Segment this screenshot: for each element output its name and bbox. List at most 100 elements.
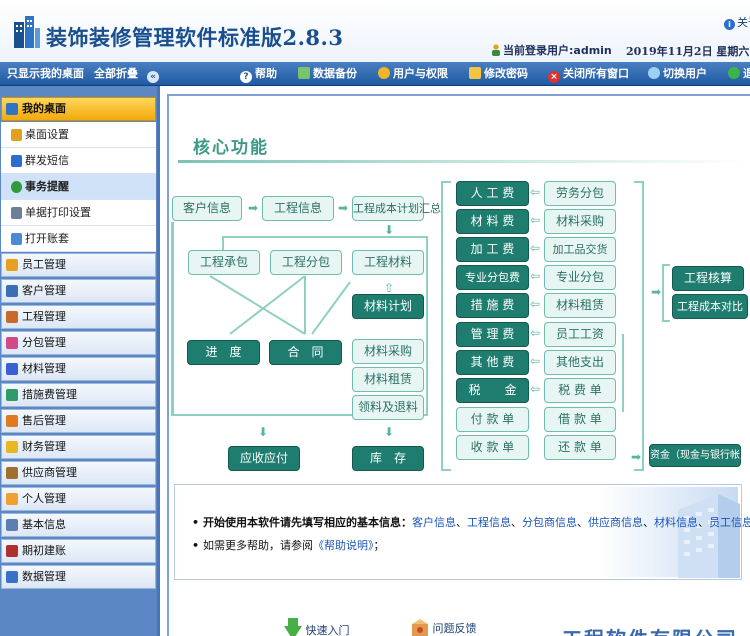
management-fee-button[interactable]: 管 理 费 xyxy=(456,322,529,347)
help-button[interactable]: ? 帮助 xyxy=(240,66,277,83)
inventory-button[interactable]: 库 存 xyxy=(352,446,424,471)
labor-fee-button[interactable]: 人 工 费 xyxy=(456,181,529,206)
progress-button[interactable]: 进 度 xyxy=(187,340,260,365)
pro-subcontract-button[interactable]: 专业分包 xyxy=(544,265,616,290)
sidebar-group-measures[interactable]: 措施费管理 xyxy=(1,383,156,407)
sidebar-group-finance[interactable]: 财务管理 xyxy=(1,435,156,459)
desktop-icon xyxy=(6,103,18,115)
material-rent-button[interactable]: 材料租赁 xyxy=(352,367,424,392)
close-all-windows-button[interactable]: × 关闭所有窗口 xyxy=(548,66,629,83)
measures-icon xyxy=(6,389,18,401)
arrow-left-icon: ⇦ xyxy=(530,326,541,340)
sidebar-group-label: 分包管理 xyxy=(22,336,66,349)
sidebar-item-reminders[interactable]: 事务提醒 xyxy=(1,174,156,200)
collapse-sidebar-toggle[interactable]: « xyxy=(147,66,162,83)
buildings-logo-icon xyxy=(14,16,40,48)
exit-button[interactable]: 退 xyxy=(728,66,750,82)
processing-fee-button[interactable]: 加 工 费 xyxy=(456,237,529,262)
link-employee-info[interactable]: 员工信息 xyxy=(709,516,750,529)
sidebar-group-supplier[interactable]: 供应商管理 xyxy=(1,461,156,485)
other-expense-button[interactable]: 其他支出 xyxy=(544,350,616,375)
show-desktop-button[interactable]: 只显示我的桌面 xyxy=(7,66,84,82)
switch-user-button[interactable]: 切换用户 xyxy=(648,66,707,82)
receipt-slip-button[interactable]: 收 款 单 xyxy=(456,435,529,460)
sidebar-group-employee[interactable]: 员工管理 xyxy=(1,253,156,277)
connector xyxy=(441,181,451,183)
backup-button[interactable]: 数据备份 xyxy=(298,66,357,82)
sidebar-group-project[interactable]: 工程管理 xyxy=(1,305,156,329)
about-link[interactable]: i关于 xyxy=(724,14,750,30)
sidebar-group-subcontract[interactable]: 分包管理 xyxy=(1,331,156,355)
sidebar-item-desktop-settings[interactable]: 桌面设置 xyxy=(1,122,156,148)
arrow-down-icon: ⬇ xyxy=(384,223,395,237)
material-fee-button[interactable]: 材 料 费 xyxy=(456,209,529,234)
sidebar-item-open-account[interactable]: 打开账套 xyxy=(1,226,156,252)
link-help-manual[interactable]: 《帮助说明》 xyxy=(313,539,374,552)
funds-button[interactable]: 资金（现金与银行帐） xyxy=(649,444,750,467)
sidebar-group-label: 工程管理 xyxy=(22,310,66,323)
loan-slip-button[interactable]: 借 款 单 xyxy=(544,407,616,432)
cost-compare-button[interactable]: 工程成本对比 xyxy=(672,294,748,319)
switch-user-icon xyxy=(648,67,660,79)
customer-icon xyxy=(6,285,18,297)
tax-slip-button[interactable]: 税 费 单 xyxy=(544,378,616,403)
material-purchase-button[interactable]: 材料采购 xyxy=(352,339,424,364)
exit-icon xyxy=(728,67,740,79)
link-customer-info[interactable]: 客户信息 xyxy=(412,516,456,529)
payment-slip-button[interactable]: 付 款 单 xyxy=(456,407,529,432)
link-project-info[interactable]: 工程信息 xyxy=(467,516,511,529)
sidebar-item-print-settings[interactable]: 单据打印设置 xyxy=(1,200,156,226)
subcontract-button[interactable]: 工程分包 xyxy=(270,250,342,275)
house-icon xyxy=(6,311,18,323)
receivables-payables-button[interactable]: 应收应付 xyxy=(228,446,300,471)
sidebar-item-group-sms[interactable]: 群发短信 xyxy=(1,148,156,174)
labor-subcontract-button[interactable]: 劳务分包 xyxy=(544,181,616,206)
document-icon xyxy=(6,519,18,531)
sidebar-group-opening-accounts[interactable]: 期初建账 xyxy=(1,539,156,563)
connector xyxy=(441,181,443,471)
sidebar-group-customer[interactable]: 客户管理 xyxy=(1,279,156,303)
quick-start-link[interactable]: 快速入门 xyxy=(284,618,350,636)
sidebar-group-my-desktop[interactable]: 我的桌面 xyxy=(1,97,156,121)
project-info-button[interactable]: 工程信息 xyxy=(262,196,334,221)
feedback-link[interactable]: 问题反馈 xyxy=(411,618,477,636)
sidebar-group-after-sales[interactable]: 售后管理 xyxy=(1,409,156,433)
link-material-info[interactable]: 材料信息 xyxy=(654,516,698,529)
material-plan-button[interactable]: 材料计划 xyxy=(352,294,424,319)
material-pick-return-button[interactable]: 领料及退料 xyxy=(352,395,424,420)
sidebar-group-material[interactable]: 材料管理 xyxy=(1,357,156,381)
processed-goods-delivery-button[interactable]: 加工品交货 xyxy=(544,237,616,262)
sidebar-group-personal[interactable]: 个人管理 xyxy=(1,487,156,511)
arrow-left-icon: ⇦ xyxy=(530,269,541,283)
material-rent-detail-button[interactable]: 材料租赁 xyxy=(544,293,616,318)
contract-out-button[interactable]: 工程承包 xyxy=(188,250,260,275)
material-purchase-detail-button[interactable]: 材料采购 xyxy=(544,209,616,234)
pro-subcontract-fee-button[interactable]: 专业分包费 xyxy=(456,265,529,290)
folder-icon xyxy=(11,233,22,245)
connector xyxy=(171,222,174,416)
ledger-icon xyxy=(6,545,18,557)
connector xyxy=(634,469,644,471)
sidebar-group-basic-info[interactable]: 基本信息 xyxy=(1,513,156,537)
collapse-all-button[interactable]: 全部折叠 xyxy=(94,66,138,82)
measures-fee-button[interactable]: 措 施 费 xyxy=(456,293,529,318)
link-subcontractor-info[interactable]: 分包商信息 xyxy=(522,516,577,529)
other-fee-button[interactable]: 其 他 费 xyxy=(456,350,529,375)
employee-wage-button[interactable]: 员工工资 xyxy=(544,322,616,347)
users-permissions-button[interactable]: 用户与权限 xyxy=(378,66,448,82)
sidebar-group-data-management[interactable]: 数据管理 xyxy=(1,565,156,589)
sidebar-group-label: 个人管理 xyxy=(22,492,66,505)
app-window: 装饰装修管理软件标准版2.8.3 i关于 当前登录用户:admin 2019年1… xyxy=(0,0,750,636)
tax-button[interactable]: 税 金 xyxy=(456,378,529,403)
project-material-button[interactable]: 工程材料 xyxy=(352,250,424,275)
change-password-button[interactable]: 修改密码 xyxy=(469,66,528,82)
contract-button[interactable]: 合 同 xyxy=(269,340,342,365)
title-underline xyxy=(178,160,750,163)
cost-plan-summary-button[interactable]: 工程成本计划汇总 xyxy=(352,196,441,221)
connector xyxy=(634,181,644,183)
exit-label: 退 xyxy=(743,67,750,80)
customer-info-button[interactable]: 客户信息 xyxy=(172,196,242,221)
repayment-slip-button[interactable]: 还 款 单 xyxy=(544,435,616,460)
link-supplier-info[interactable]: 供应商信息 xyxy=(588,516,643,529)
project-accounting-button[interactable]: 工程核算 xyxy=(672,266,744,291)
